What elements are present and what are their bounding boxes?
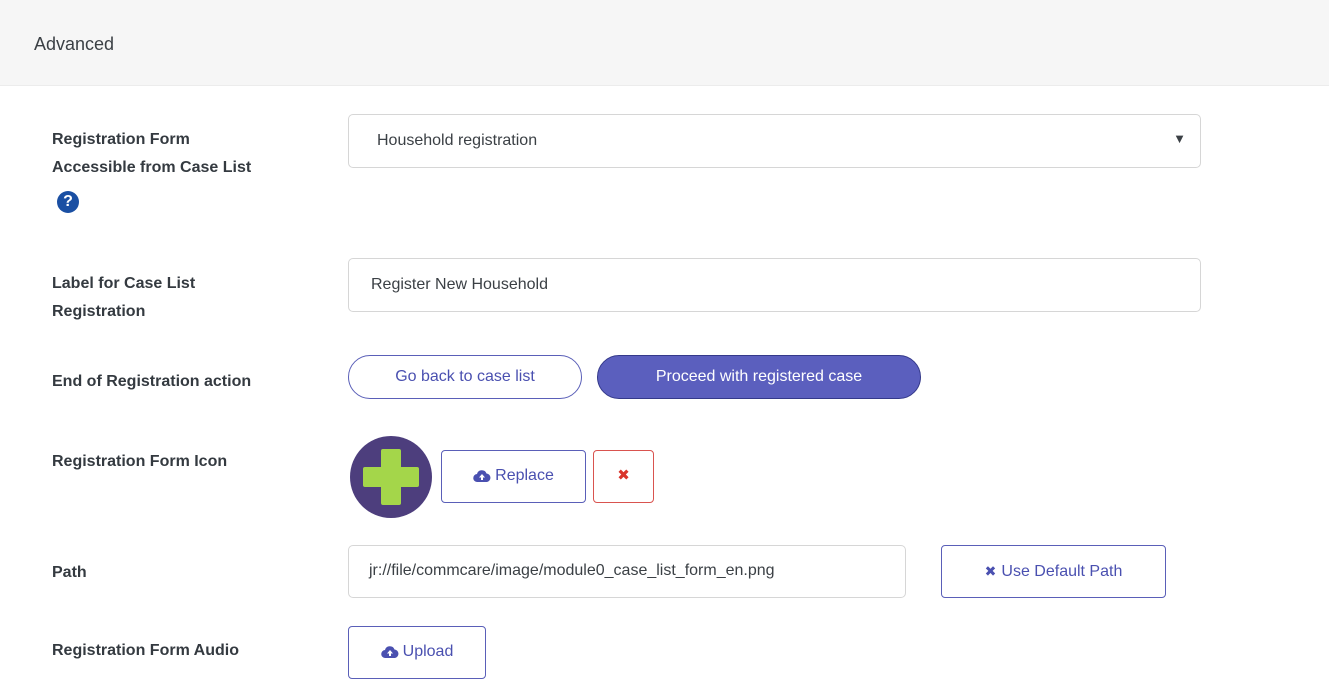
upload-label: Upload xyxy=(402,643,454,660)
case-list-label-label: Label for Case List Registration xyxy=(52,270,195,326)
registration-form-select[interactable]: Household registration ▼ xyxy=(348,114,1201,168)
plus-icon xyxy=(350,436,432,518)
proceed-with-registered-case-button[interactable]: Proceed with registered case xyxy=(597,355,921,399)
registration-form-label-line1: Registration Form xyxy=(52,131,190,148)
upload-audio-button[interactable]: Upload xyxy=(348,626,486,679)
use-default-path-button[interactable]: ✖ Use Default Path xyxy=(941,545,1166,598)
go-back-to-case-list-button[interactable]: Go back to case list xyxy=(348,355,582,399)
form-audio-label: Registration Form Audio xyxy=(52,642,239,659)
path-value: jr://file/commcare/image/module0_case_li… xyxy=(369,562,775,579)
path-label: Path xyxy=(52,564,87,581)
cloud-upload-icon xyxy=(473,470,491,482)
cloud-upload-icon xyxy=(380,646,399,658)
close-icon: ✖ xyxy=(617,467,630,484)
path-input[interactable]: jr://file/commcare/image/module0_case_li… xyxy=(348,545,906,598)
chevron-down-icon: ▼ xyxy=(1173,131,1186,146)
use-default-path-label: Use Default Path xyxy=(1001,563,1123,580)
replace-icon-button[interactable]: Replace xyxy=(441,450,586,503)
replace-label: Replace xyxy=(495,467,554,484)
case-list-label-line2: Registration xyxy=(52,303,146,320)
form-icon-label: Registration Form Icon xyxy=(52,453,228,470)
panel-title: Advanced xyxy=(34,34,115,54)
case-list-label-line1: Label for Case List xyxy=(52,275,196,292)
registration-form-label: Registration Form Accessible from Case L… xyxy=(52,126,251,182)
question-circle-icon[interactable]: ? xyxy=(57,191,79,213)
registration-form-label-line2: Accessible from Case List xyxy=(52,159,252,176)
registration-form-selected-value: Household registration xyxy=(377,132,538,149)
remove-icon-button[interactable]: ✖ xyxy=(593,450,654,503)
case-list-label-input[interactable] xyxy=(348,258,1201,312)
advanced-panel: Advanced Registration Form Accessible fr… xyxy=(0,0,1329,692)
panel-heading: Advanced xyxy=(0,0,1329,86)
end-action-label: End of Registration action xyxy=(52,373,252,390)
close-icon: ✖ xyxy=(984,563,997,579)
